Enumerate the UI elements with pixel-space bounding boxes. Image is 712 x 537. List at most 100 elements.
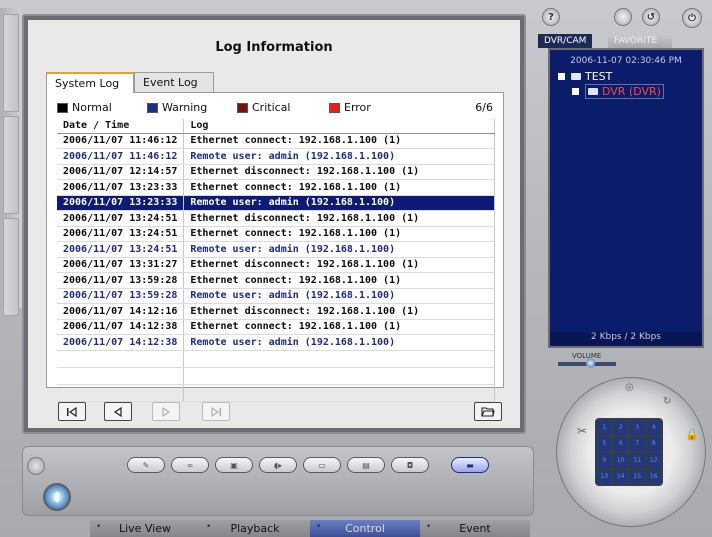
dvr-node[interactable]: DVR (DVR) [585,84,664,99]
cell-datetime: 2006/11/07 11:46:12 [57,148,185,165]
legend-critical-label: Critical [252,101,291,114]
tree-dvr-label: DVR (DVR) [602,85,661,98]
cell-empty [57,350,185,368]
channel-button[interactable]: 12 [646,453,661,468]
table-row[interactable]: 2006/11/07 13:24:51 Ethernet connect: 192… [57,226,495,242]
channel-button[interactable]: 10 [613,453,628,468]
cell-datetime: 2006/11/07 14:12:38 [57,334,185,351]
table-row[interactable]: 2006/11/07 13:31:27 Ethernet disconnect: … [57,257,495,273]
channel-button[interactable]: 15 [630,469,645,484]
table-row[interactable]: 2006/11/07 13:24:51 Ethernet disconnect: … [57,210,495,227]
table-row[interactable]: 2006/11/07 11:46:12 Ethernet connect: 192… [57,133,495,149]
channel-button[interactable]: 4 [646,420,661,435]
ptz-toggle-button[interactable] [43,483,71,511]
channel-button[interactable]: 6 [613,436,628,451]
tree-root-item[interactable]: TEST [558,70,612,83]
table-row[interactable]: 2006/11/07 12:14:57 Ethernet disconnect: … [57,164,495,180]
cell-log: Ethernet connect: 192.168.1.100 (1) [183,272,495,289]
minimize-icon[interactable] [614,8,632,26]
channel-button[interactable]: 14 [613,469,628,484]
table-row[interactable]: 2006/11/07 13:59:28 Remote user: admin (1… [57,288,495,304]
control-toolbar: ✎ ∞ ▣ ◖▸ ▭ ▤ ◘ ▬ [22,446,534,516]
table-row-empty [57,367,495,385]
channel-button[interactable]: 9 [597,453,612,468]
channel-button[interactable]: 16 [646,469,661,484]
tab-system-log[interactable]: System Log [46,72,134,93]
channel-button[interactable]: 11 [630,453,645,468]
log-window-body: Log Information System Log Event Log Nor… [28,20,520,428]
rotate-icon[interactable]: ↻ [663,396,671,407]
table-row-empty [57,384,495,402]
legend-error-label: Error [344,101,371,114]
nav-playback[interactable]: • Playback [200,520,310,537]
first-page-button[interactable] [58,402,86,421]
tab-dvr-cam[interactable]: DVR/CAM [538,34,593,48]
refresh-icon[interactable]: ↺ [642,8,660,26]
nav-event[interactable]: • Event [420,520,530,537]
open-folder-button[interactable] [474,402,502,421]
table-row[interactable]: 2006/11/07 13:23:33 Remote user: admin (1… [57,195,495,211]
tab-event-log[interactable]: Event Log [134,72,214,92]
channel-button[interactable]: 13 [597,469,612,484]
channel-button[interactable]: 7 [630,436,645,451]
power-icon[interactable]: ⏻ [682,8,702,28]
log-panel: Normal Warning Critical Error 6/6 Date /… [46,92,504,402]
main-navigation: • Live View • Playback • Control • Event [90,520,530,537]
tab-favorite[interactable]: FAVORITE [608,34,672,48]
print-icon: ▤ [362,460,370,470]
last-page-button[interactable] [202,402,230,421]
cell-datetime: 2006/11/07 13:24:51 [57,241,185,258]
toolbar-print-button[interactable]: ▤ [347,457,385,473]
prev-page-icon [113,406,122,417]
camera-top-icon[interactable]: ◎ [625,382,634,393]
volume-slider-thumb[interactable] [586,358,595,368]
toolbar-log-button[interactable]: ▬ [451,457,489,473]
nav-live-view[interactable]: • Live View [90,520,200,537]
cell-log: Ethernet disconnect: 192.168.1.100 (1) [183,257,495,273]
side-tab-3[interactable] [3,218,19,316]
channel-button[interactable]: 8 [646,436,661,451]
channel-button[interactable]: 2 [613,420,628,435]
next-page-button[interactable] [152,402,180,421]
prev-page-button[interactable] [104,402,132,421]
nav-control[interactable]: • Control [310,520,420,537]
expand-icon[interactable] [572,88,579,95]
channel-button[interactable]: 3 [630,420,645,435]
cell-log: Ethernet connect: 192.168.1.100 (1) [183,179,495,196]
toolbar-link-button[interactable]: ∞ [171,457,209,473]
link-icon: ∞ [186,460,194,470]
cell-empty [57,367,185,385]
table-row[interactable]: 2006/11/07 14:12:38 Remote user: admin (1… [57,334,495,351]
cell-datetime: 2006/11/07 14:12:38 [57,319,185,335]
toolbar-audio-button[interactable]: ◖▸ [259,457,297,473]
log-table: Date / Time Log 2006/11/07 11:46:12 Ether… [57,119,495,402]
table-row[interactable]: 2006/11/07 13:23:33 Ethernet connect: 192… [57,179,495,196]
nav-live-view-label: Live View [118,522,172,535]
scissors-icon[interactable]: ✂ [577,424,587,438]
toolbar-display-button[interactable]: ▭ [303,457,341,473]
toolbar-record-button[interactable]: ▣ [215,457,253,473]
table-row[interactable]: 2006/11/07 14:12:38 Ethernet connect: 192… [57,319,495,335]
toolbar-power-icon[interactable] [27,457,45,475]
ptz-control-wheel[interactable]: ✂ ↻ ◎ 🔒 1 2 3 4 5 6 7 8 9 10 11 12 13 14 15 16 [556,377,706,527]
side-tab-2[interactable] [3,116,19,214]
side-tab-1[interactable] [3,14,19,112]
help-icon[interactable]: ? [542,8,560,26]
column-header-log[interactable]: Log [183,119,495,134]
table-row[interactable]: 2006/11/07 13:59:28 Ethernet connect: 192… [57,272,495,289]
nav-dot-icon: • [206,522,212,532]
column-header-datetime[interactable]: Date / Time [57,119,185,134]
table-row[interactable]: 2006/11/07 14:12:16 Ethernet disconnect: … [57,303,495,320]
table-row[interactable]: 2006/11/07 11:46:12 Remote user: admin (1… [57,148,495,165]
tree-dvr-item[interactable]: DVR (DVR) [572,84,664,99]
channel-button[interactable]: 5 [597,436,612,451]
channel-button[interactable]: 1 [597,420,612,435]
toolbar-camera-button[interactable]: ◘ [391,457,429,473]
page-count: 6/6 [475,101,493,114]
collapse-icon[interactable] [558,73,565,80]
cell-log: Ethernet disconnect: 192.168.1.100 (1) [183,164,495,180]
toolbar-edit-button[interactable]: ✎ [127,457,165,473]
table-row[interactable]: 2006/11/07 13:24:51 Remote user: admin (1… [57,241,495,258]
nav-dot-icon: • [316,522,322,532]
lock-icon[interactable]: 🔒 [685,428,699,441]
